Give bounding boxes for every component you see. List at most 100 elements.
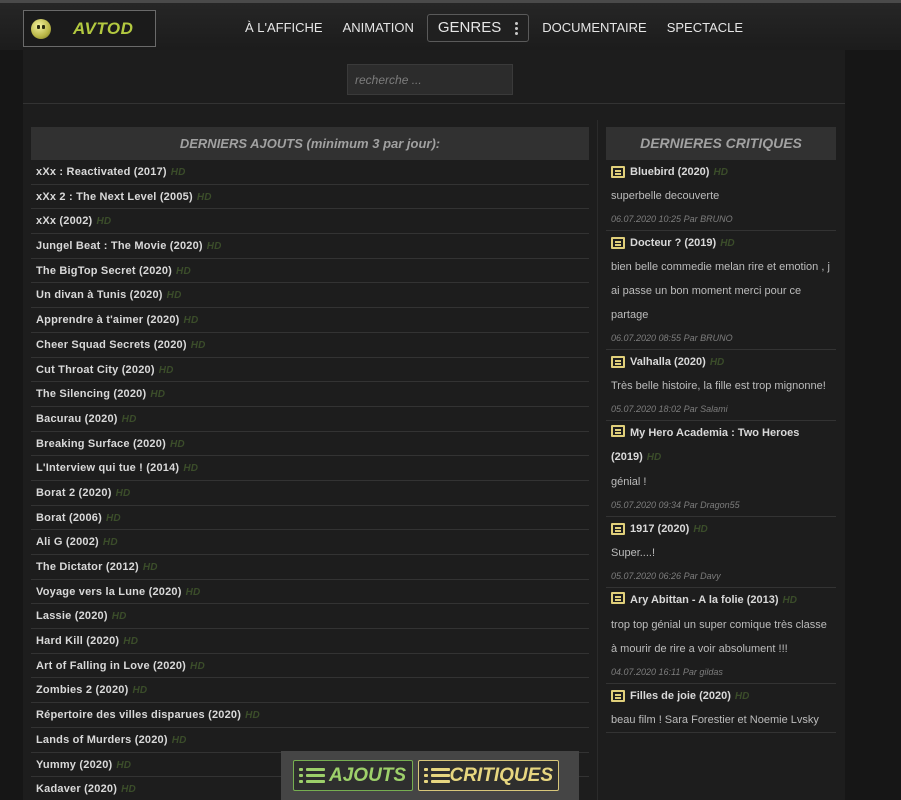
- movie-title-link[interactable]: Yummy (2020): [36, 759, 112, 771]
- hd-badge: HD: [121, 413, 137, 425]
- top-navbar: AVTOD À L'AFFICHE ANIMATION GENRES DOCUM…: [0, 0, 901, 50]
- hd-badge: HD: [171, 734, 187, 746]
- movie-title-link[interactable]: Zombies 2 (2020): [36, 684, 128, 696]
- list-item[interactable]: xXx (2002) HD: [31, 209, 589, 235]
- main-nav: À L'AFFICHE ANIMATION GENRES DOCUMENTAIR…: [235, 12, 753, 44]
- movie-title-link[interactable]: Cheer Squad Secrets (2020): [36, 339, 187, 351]
- review-title[interactable]: My Hero Academia : Two Heroes (2019) HD: [611, 421, 831, 470]
- latest-reviews-list: Bluebird (2020) HD superbelle decouverte 06…: [606, 160, 836, 733]
- list-item[interactable]: The BigTop Secret (2020) HD: [31, 259, 589, 284]
- hd-badge: HD: [102, 537, 118, 549]
- nav-item-genres-label: GENRES: [437, 19, 502, 36]
- critiques-button[interactable]: CRITIQUES: [418, 760, 559, 791]
- review-movie-title[interactable]: Bluebird (2020): [630, 166, 709, 178]
- comment-icon: [611, 166, 625, 178]
- review-title[interactable]: 1917 (2020) HD: [611, 517, 831, 541]
- hd-badge: HD: [713, 166, 728, 178]
- movie-title-link[interactable]: Breaking Surface (2020): [36, 438, 166, 450]
- movie-title-link[interactable]: Un divan à Tunis (2020): [36, 289, 163, 301]
- latest-additions-heading: DERNIERS AJOUTS (minimum 3 par jour):: [31, 127, 589, 160]
- list-item[interactable]: Lands of Murders (2020) HD: [31, 728, 589, 753]
- nav-item-documentaire[interactable]: DOCUMENTAIRE: [532, 14, 656, 42]
- list-item[interactable]: Borat (2006) HD: [31, 506, 589, 531]
- list-item[interactable]: Lassie (2020) HD: [31, 604, 589, 630]
- column-divider: [597, 120, 598, 800]
- nav-item-a-l-affiche[interactable]: À L'AFFICHE: [235, 14, 333, 42]
- latest-additions-list: xXx : Reactivated (2017) HD xXx 2 : The Ne…: [31, 160, 589, 800]
- hd-badge: HD: [158, 364, 174, 376]
- movie-title-link[interactable]: The BigTop Secret (2020): [36, 265, 172, 277]
- hd-badge: HD: [709, 356, 725, 368]
- hd-badge: HD: [734, 690, 750, 702]
- movie-title-link[interactable]: Apprendre à t'aimer (2020): [36, 314, 180, 326]
- movie-title-link[interactable]: Jungel Beat : The Movie (2020): [36, 240, 203, 252]
- search-input[interactable]: [347, 64, 513, 95]
- movie-title-link[interactable]: The Dictator (2012): [36, 561, 139, 573]
- hd-badge: HD: [190, 339, 206, 351]
- list-item[interactable]: Hard Kill (2020) HD: [31, 629, 589, 654]
- list-item[interactable]: Cut Throat City (2020) HD: [31, 358, 589, 383]
- review-item: Ary Abittan - A la folie (2013) HD trop to…: [606, 588, 836, 684]
- nav-item-spectacle[interactable]: SPECTACLE: [657, 14, 753, 42]
- list-item[interactable]: Répertoire des villes disparues (2020) HD: [31, 703, 589, 728]
- review-movie-title[interactable]: Filles de joie (2020): [630, 690, 731, 702]
- comment-icon: [611, 690, 625, 702]
- movie-title-link[interactable]: xXx (2002): [36, 215, 92, 227]
- review-title[interactable]: Docteur ? (2019) HD: [611, 231, 831, 255]
- review-meta: 06.07.2020 10:25 Par BRUNO: [611, 214, 733, 224]
- movie-title-link[interactable]: Voyage vers la Lune (2020): [36, 586, 182, 598]
- nav-item-animation[interactable]: ANIMATION: [333, 14, 424, 42]
- review-title[interactable]: Ary Abittan - A la folie (2013) HD: [611, 588, 831, 613]
- list-item[interactable]: Un divan à Tunis (2020) HD: [31, 283, 589, 309]
- list-item[interactable]: Breaking Surface (2020) HD: [31, 432, 589, 457]
- review-movie-title[interactable]: Docteur ? (2019): [630, 237, 716, 249]
- list-item[interactable]: Apprendre à t'aimer (2020) HD: [31, 308, 589, 333]
- movie-title-link[interactable]: Bacurau (2020): [36, 413, 118, 425]
- review-meta: 05.07.2020 09:34 Par Dragon55: [611, 500, 740, 510]
- list-item[interactable]: xXx 2 : The Next Level (2005) HD: [31, 185, 589, 210]
- movie-title-link[interactable]: Ali G (2002): [36, 536, 99, 548]
- review-movie-title[interactable]: Ary Abittan - A la folie (2013): [630, 594, 779, 606]
- movie-title-link[interactable]: Lassie (2020): [36, 610, 108, 622]
- kebab-menu-icon: [515, 21, 519, 35]
- movie-title-link[interactable]: Répertoire des villes disparues (2020): [36, 709, 241, 721]
- movie-title-link[interactable]: Cut Throat City (2020): [36, 364, 155, 376]
- list-item[interactable]: Zombies 2 (2020) HD: [31, 678, 589, 704]
- review-movie-title[interactable]: 1917 (2020): [630, 523, 689, 535]
- hd-badge: HD: [115, 487, 131, 499]
- review-movie-title[interactable]: Valhalla (2020): [630, 356, 706, 368]
- list-item[interactable]: The Silencing (2020) HD: [31, 382, 589, 407]
- list-item[interactable]: The Dictator (2012) HD: [31, 555, 589, 580]
- list-item[interactable]: Jungel Beat : The Movie (2020) HD: [31, 234, 589, 259]
- movie-title-link[interactable]: Borat (2006): [36, 512, 102, 524]
- list-item[interactable]: L'Interview qui tue ! (2014) HD: [31, 456, 589, 481]
- list-item[interactable]: Ali G (2002) HD: [31, 530, 589, 555]
- nav-item-genres[interactable]: GENRES: [426, 14, 530, 42]
- movie-title-link[interactable]: Art of Falling in Love (2020): [36, 660, 186, 672]
- list-item[interactable]: Bacurau (2020) HD: [31, 407, 589, 432]
- review-text: Très belle histoire, la fille est trop m…: [611, 380, 826, 392]
- review-title[interactable]: Valhalla (2020) HD: [611, 350, 831, 374]
- review-movie-title[interactable]: My Hero Academia : Two Heroes (2019): [611, 427, 799, 463]
- review-title[interactable]: Filles de joie (2020) HD: [611, 684, 831, 708]
- list-item[interactable]: Borat 2 (2020) HD: [31, 481, 589, 506]
- list-item[interactable]: Art of Falling in Love (2020) HD: [31, 654, 589, 679]
- comment-icon: [611, 356, 625, 368]
- list-item[interactable]: Cheer Squad Secrets (2020) HD: [31, 333, 589, 358]
- movie-title-link[interactable]: xXx 2 : The Next Level (2005): [36, 191, 193, 203]
- movie-title-link[interactable]: L'Interview qui tue ! (2014): [36, 462, 179, 474]
- movie-title-link[interactable]: Kadaver (2020): [36, 783, 117, 795]
- site-logo[interactable]: AVTOD: [23, 10, 156, 47]
- review-title[interactable]: Bluebird (2020) HD: [611, 160, 831, 184]
- list-item[interactable]: xXx : Reactivated (2017) HD: [31, 160, 589, 185]
- list-item[interactable]: Voyage vers la Lune (2020) HD: [31, 580, 589, 605]
- movie-title-link[interactable]: Hard Kill (2020): [36, 635, 119, 647]
- review-text: génial !: [611, 476, 647, 488]
- ajouts-button[interactable]: AJOUTS: [293, 760, 413, 791]
- comment-icon: [611, 425, 625, 437]
- movie-title-link[interactable]: The Silencing (2020): [36, 388, 146, 400]
- movie-title-link[interactable]: xXx : Reactivated (2017): [36, 166, 167, 178]
- review-text: trop top génial un super comique très cl…: [611, 619, 827, 655]
- movie-title-link[interactable]: Borat 2 (2020): [36, 487, 112, 499]
- movie-title-link[interactable]: Lands of Murders (2020): [36, 734, 168, 746]
